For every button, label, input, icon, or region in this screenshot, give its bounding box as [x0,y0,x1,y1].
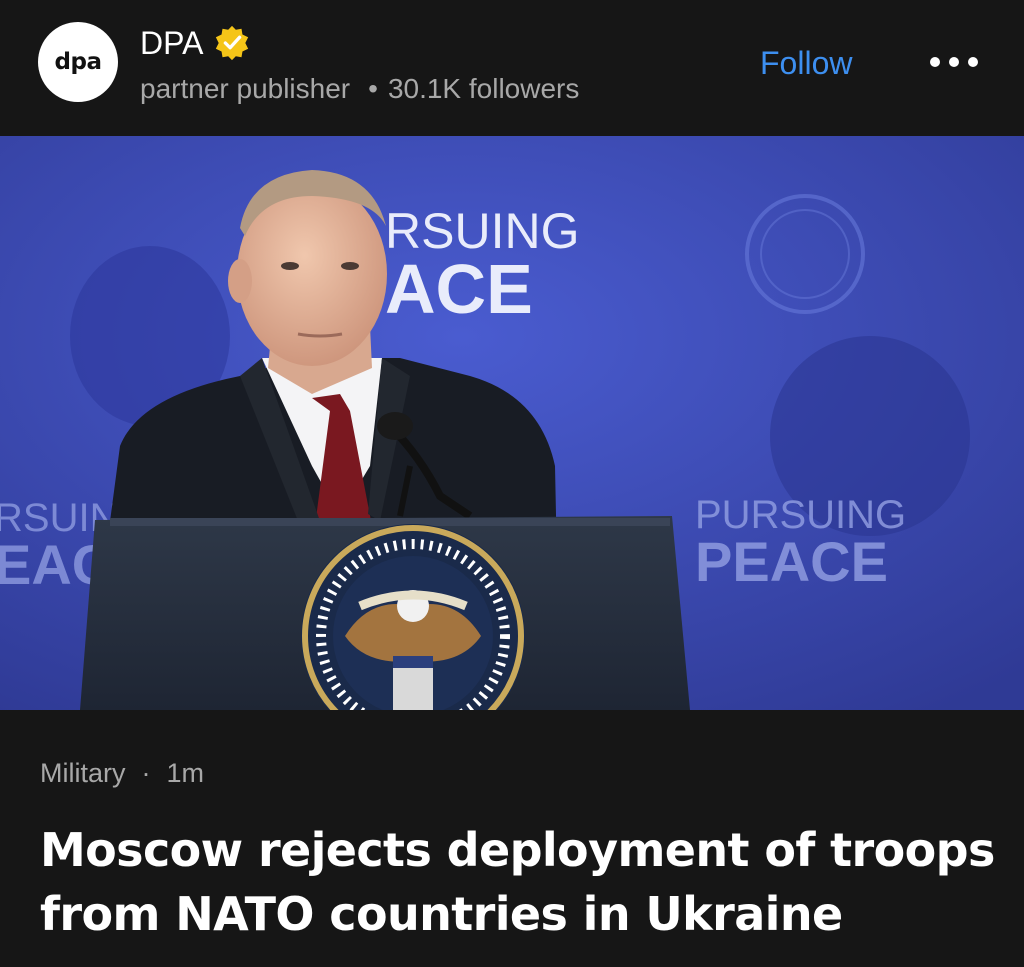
publisher-name[interactable]: DPA [140,24,203,62]
article-time: 1m [166,758,205,788]
publisher-meta: partner publisher • 30.1K followers [140,72,579,106]
follow-button[interactable]: Follow [760,43,852,83]
article-photo[interactable]: RSUING ACE RSUIN EAC PURSUING PEACE [0,136,1024,710]
publisher-name-row[interactable]: DPA [140,24,251,62]
more-horizontal-icon[interactable] [930,52,978,72]
follower-count: 30.1K followers [387,73,580,104]
meta-separator: · [141,758,151,788]
verified-badge-icon [216,25,249,61]
backdrop-text-right-line2: PEACE [695,530,888,593]
publisher-logo-text: dpa [54,49,102,75]
article-header: dpa DPA partner publisher • 30.1K follower… [0,0,1024,136]
article-headline[interactable]: Moscow rejects deployment of troops from… [40,818,1000,946]
article-category[interactable]: Military [40,758,126,788]
article-meta: Military · 1m [40,756,204,790]
meta-separator: • [368,73,378,104]
publisher-type: partner publisher [140,73,351,104]
publisher-avatar[interactable]: dpa [38,22,118,102]
backdrop-text-main-line2: ACE [385,250,533,328]
